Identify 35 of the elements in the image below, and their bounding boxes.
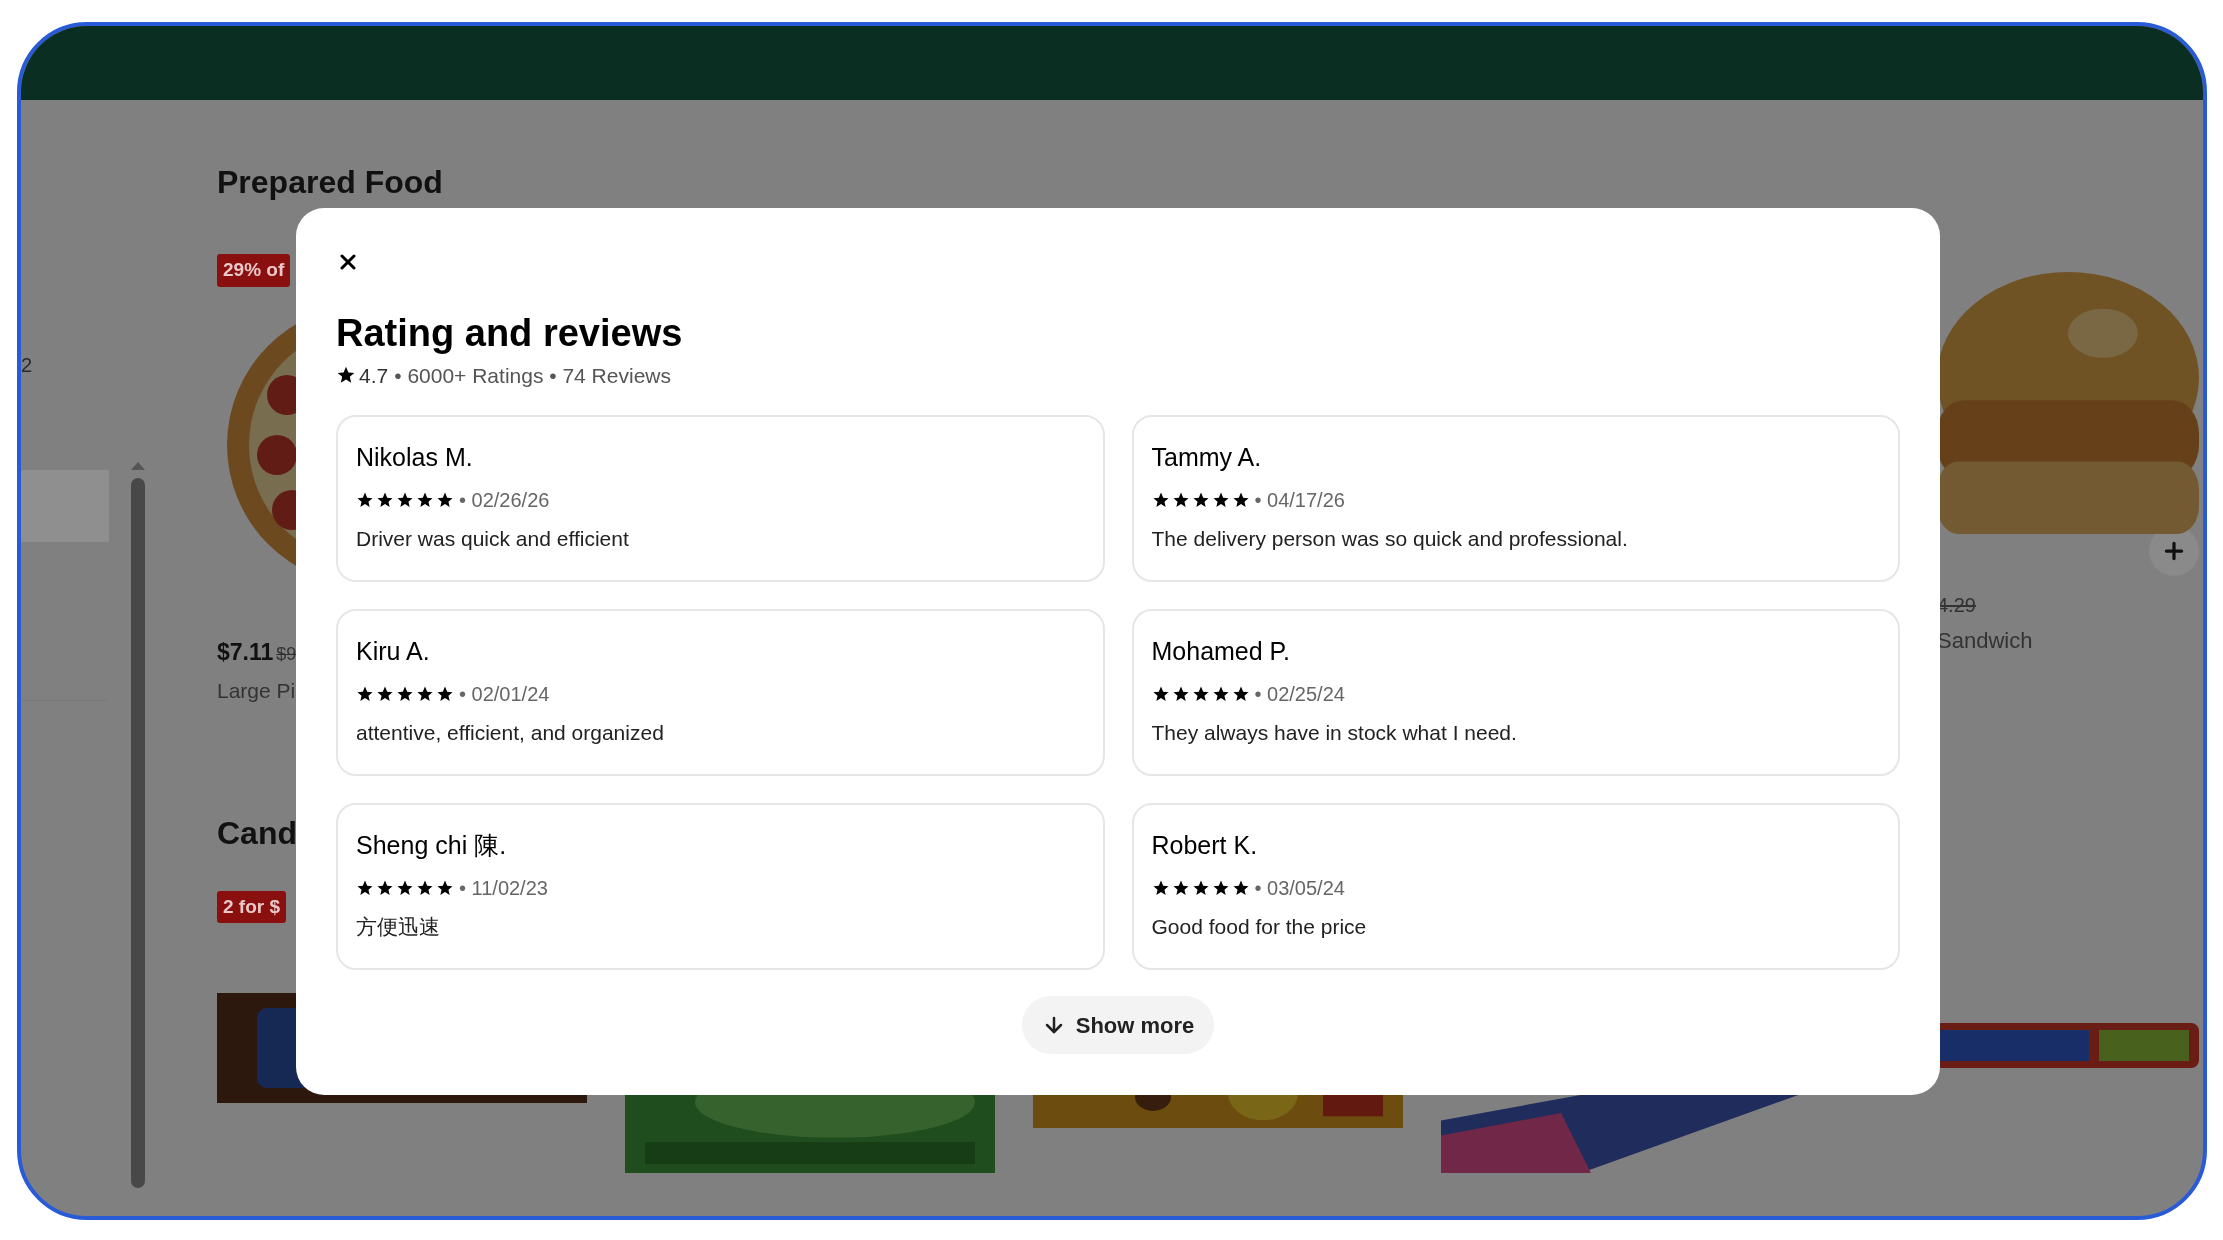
product-name: Sandwich bbox=[1937, 627, 2033, 655]
sidebar-item[interactable]: 2 bbox=[21, 350, 109, 380]
review-date: • 11/02/23 bbox=[459, 875, 548, 901]
reviewer-name: Sheng chi 陳. bbox=[356, 830, 507, 861]
reviewer-name: Kiru A. bbox=[356, 636, 430, 667]
review-text: attentive, efficient, and organized bbox=[356, 719, 664, 746]
section-heading: Cand bbox=[217, 816, 297, 849]
review-text: They always have in stock what I need. bbox=[1151, 719, 1517, 746]
rating-value: 4.7 bbox=[359, 362, 389, 389]
reviewer-name: Nikolas M. bbox=[356, 442, 473, 473]
reviewer-name: Mohamed P. bbox=[1151, 636, 1290, 667]
review-date: • 02/25/24 bbox=[1254, 681, 1345, 707]
show-more-button[interactable]: Show more bbox=[1021, 996, 1215, 1054]
product-name: Large Pi bbox=[217, 678, 297, 704]
review-date: • 03/05/24 bbox=[1254, 875, 1345, 901]
review-date: • 02/26/26 bbox=[459, 487, 550, 513]
price: $7.11 bbox=[217, 637, 274, 667]
section-heading: Prepared Food bbox=[217, 166, 443, 198]
review-date: • 04/17/26 bbox=[1254, 487, 1345, 513]
review-text: The delivery person was so quick and professional. bbox=[1151, 525, 1628, 552]
deal-badge: 2 for $ bbox=[217, 890, 287, 923]
scroll-up-icon[interactable] bbox=[131, 462, 145, 470]
old-price: $9 bbox=[276, 642, 297, 666]
rating-details: • 6000+ Ratings • 74 Reviews bbox=[394, 362, 671, 389]
sidebar-item[interactable] bbox=[21, 470, 109, 542]
review-text: Driver was quick and efficient bbox=[356, 525, 629, 552]
discount-badge: 29% of bbox=[217, 254, 291, 287]
review-text: Good food for the price bbox=[1151, 913, 1367, 940]
scrollbar[interactable] bbox=[131, 478, 145, 1188]
old-price: 4.29 bbox=[1937, 593, 1976, 618]
review-text: 方便迅速 bbox=[356, 913, 440, 940]
reviewer-name: Robert K. bbox=[1151, 830, 1258, 861]
review-date: • 02/01/24 bbox=[459, 681, 550, 707]
dialog-title: Rating and reviews bbox=[336, 311, 683, 356]
reviewer-name: Tammy A. bbox=[1151, 442, 1262, 473]
